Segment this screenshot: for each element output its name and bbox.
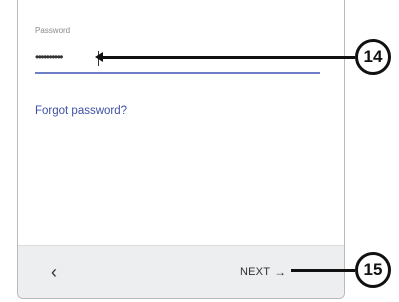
password-value: •••••••••• [35,50,64,64]
next-button-label: NEXT [240,266,271,278]
password-underline [35,72,320,74]
arrow-right-icon: → [274,265,287,279]
callout-14-arrowhead [95,52,103,62]
next-button[interactable]: NEXT → [240,261,286,283]
back-button[interactable]: ‹ [41,259,67,285]
callout-14-line [100,56,355,59]
callout-15-line [291,269,355,272]
callout-15-badge: 15 [355,252,391,288]
callout-14-badge: 14 [355,39,391,75]
chevron-left-icon: ‹ [51,261,57,282]
phone-screen: Password •••••••••• Forgot password? ‹ N… [17,0,345,299]
sign-in-content: Password •••••••••• Forgot password? [18,0,344,246]
password-label: Password [35,26,71,35]
forgot-password-link[interactable]: Forgot password? [35,105,127,117]
